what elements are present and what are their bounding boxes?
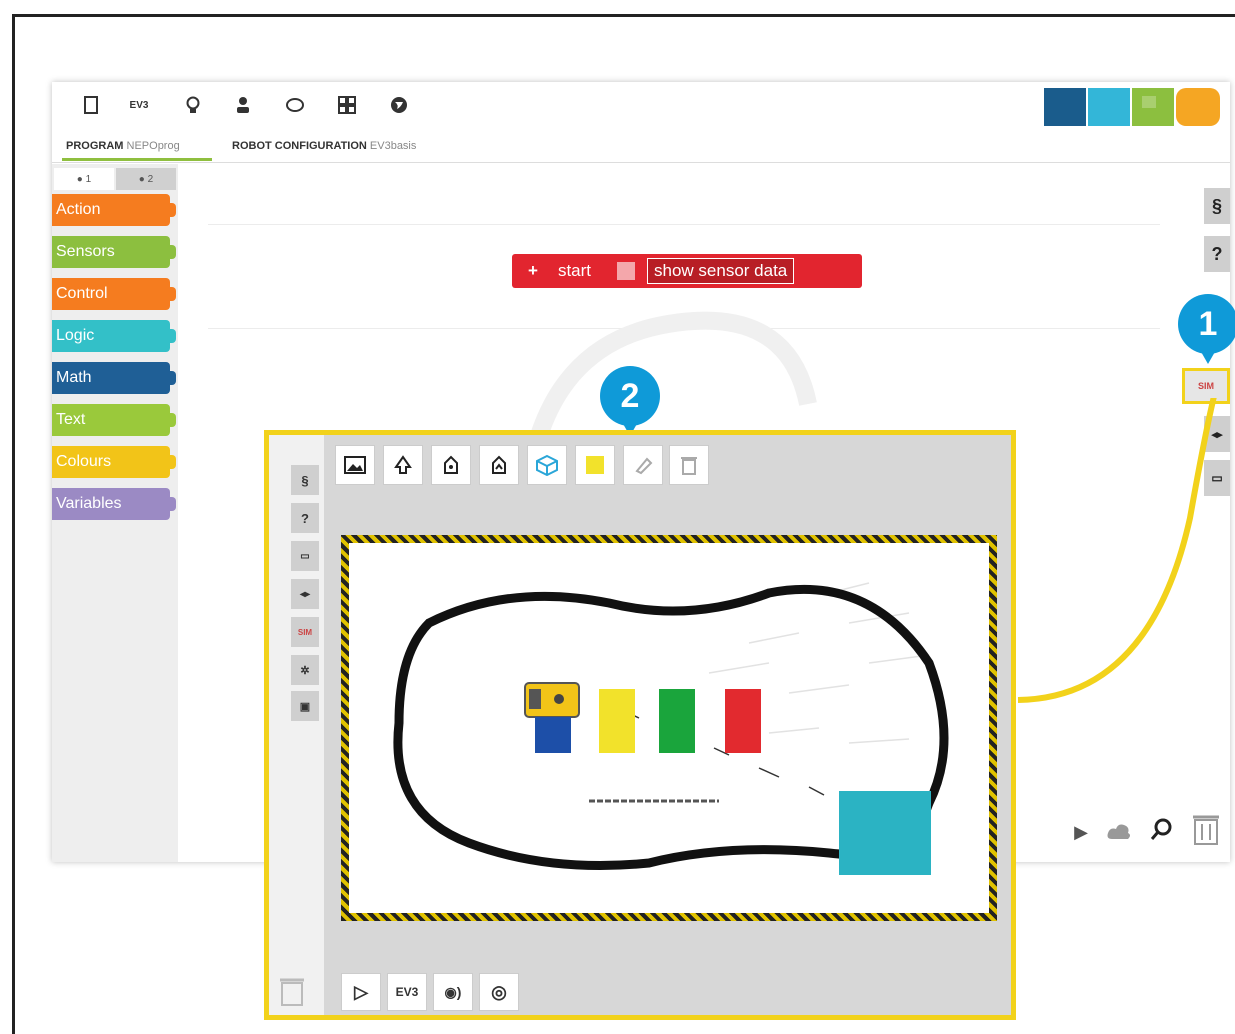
zoom-side-strip: § ? ▭ ◂▸ SIM ✲ ▣ [269, 435, 324, 1015]
category-sensors[interactable]: Sensors [52, 236, 176, 268]
export-icon[interactable] [383, 445, 423, 485]
zoom-icon[interactable] [1150, 817, 1174, 848]
start-block[interactable]: + start show sensor data [512, 254, 862, 288]
blue-block [535, 717, 571, 753]
gallery-icon[interactable] [336, 94, 358, 116]
play-button[interactable]: ▷ [341, 973, 381, 1011]
blockly-toolbox: ● 1 ● 2 Action Sensors Control Logic Mat… [52, 164, 178, 862]
workspace-controls: ▶ [1074, 812, 1220, 852]
code-view-button[interactable]: § [1204, 188, 1230, 224]
workspace-guide-line [208, 224, 1160, 225]
sensor-dash-marks [623, 710, 825, 796]
zoom-code-view-button[interactable]: § [291, 465, 319, 495]
background-image-icon[interactable] [335, 445, 375, 485]
tab-bar: PROGRAM NEPOprog ROBOT CONFIGURATION EV3… [52, 134, 1230, 163]
zoom-load-button[interactable]: ▣ [291, 691, 319, 721]
top-toolbar: EV3 [52, 82, 1230, 132]
green-block [659, 689, 695, 753]
robot-head-icon[interactable] [284, 94, 306, 116]
simulation-controls: ▷ EV3 ◉) ◎ [341, 973, 519, 1011]
delete-object-icon[interactable] [669, 445, 709, 485]
color-swatch-icon[interactable] [575, 445, 615, 485]
ev3-robot [524, 682, 580, 718]
cyan-obstacle [839, 791, 931, 875]
cube-icon[interactable] [527, 445, 567, 485]
globe-icon[interactable] [388, 94, 410, 116]
category-colours[interactable]: Colours [52, 446, 176, 478]
tab-program[interactable]: PROGRAM NEPOprog [66, 140, 180, 152]
add-icon[interactable]: + [528, 261, 538, 281]
zoom-settings-button[interactable]: ✲ [291, 655, 319, 685]
active-tab-indicator [62, 158, 212, 161]
upload-icon[interactable] [479, 445, 519, 485]
category-math[interactable]: Math [52, 362, 176, 394]
eraser-icon[interactable] [623, 445, 663, 485]
yellow-block [599, 689, 635, 753]
level-selector: ● 1 ● 2 [54, 168, 178, 190]
red-block [725, 689, 761, 753]
zoom-trash-icon[interactable] [279, 975, 305, 1012]
tab-robot-configuration[interactable]: ROBOT CONFIGURATION EV3basis [232, 140, 416, 152]
category-text[interactable]: Text [52, 404, 176, 436]
category-action[interactable]: Action [52, 194, 176, 226]
level-2-button[interactable]: ● 2 [116, 168, 176, 190]
settings-button[interactable]: ◎ [479, 973, 519, 1011]
callout-connector [1017, 398, 1217, 703]
category-logic[interactable]: Logic [52, 320, 176, 352]
show-sensor-data-label: show sensor data [647, 258, 795, 284]
zoom-robot-button[interactable]: ▭ [291, 541, 319, 571]
import-icon[interactable] [431, 445, 471, 485]
bulb-icon[interactable] [182, 94, 204, 116]
start-block-label: start [557, 261, 591, 280]
zoom-help-button[interactable]: ? [291, 503, 319, 533]
simulation-zoom-panel: § ? ▭ ◂▸ SIM ✲ ▣ ▷ EV3 ◉) ◎ [264, 430, 1016, 1020]
ev3-robot-icon[interactable]: EV3 [128, 94, 150, 116]
zoom-sim-button[interactable]: SIM [291, 617, 319, 647]
callout-badge-2: 2 [600, 366, 660, 436]
category-variables[interactable]: Variables [52, 488, 176, 520]
nepo-logo [1044, 88, 1224, 128]
show-sensor-data-checkbox[interactable] [617, 262, 635, 280]
ev3-button[interactable]: EV3 [387, 973, 427, 1011]
callout-badge-1: 1 [1178, 294, 1235, 364]
category-control[interactable]: Control [52, 278, 176, 310]
user-icon[interactable] [232, 94, 254, 116]
cloud-icon[interactable] [1106, 817, 1132, 848]
run-icon[interactable]: ▶ [1074, 822, 1088, 843]
help-button[interactable]: ? [1204, 236, 1230, 272]
sound-button[interactable]: ◉) [433, 973, 473, 1011]
file-icon[interactable] [80, 94, 102, 116]
level-1-button[interactable]: ● 1 [54, 168, 114, 190]
trash-icon[interactable] [1192, 812, 1220, 853]
simulation-canvas[interactable] [341, 535, 997, 921]
zoom-info-button[interactable]: ◂▸ [291, 579, 319, 609]
